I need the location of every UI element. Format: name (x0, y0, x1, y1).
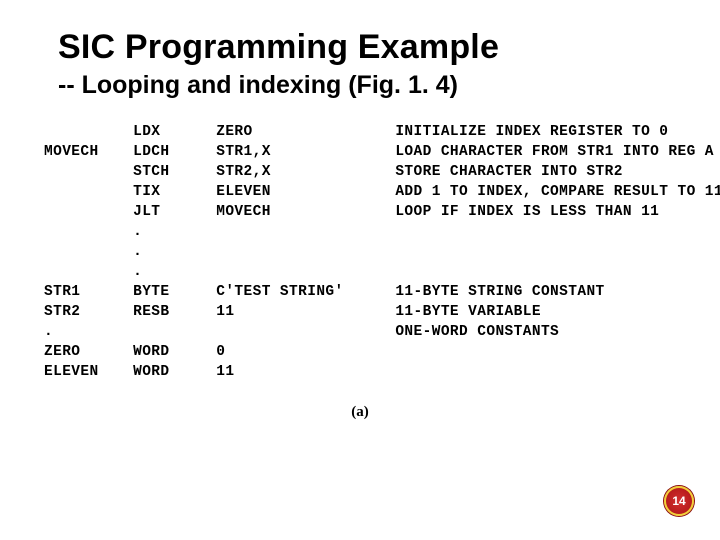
code-row: . (44, 262, 720, 282)
slide-subtitle: -- Looping and indexing (Fig. 1. 4) (58, 71, 720, 100)
code-label: STR1 (44, 282, 124, 303)
code-row: . (44, 242, 720, 262)
page-number: 14 (672, 494, 685, 508)
code-row: LDX ZERO INITIALIZE INDEX REGISTER TO 0 (44, 122, 720, 142)
code-label: ZERO (44, 342, 124, 363)
code-operand: ZERO (216, 122, 386, 143)
code-operand: ELEVEN (216, 182, 386, 203)
page-number-badge: 14 (664, 486, 694, 516)
code-comment: ADD 1 TO INDEX, COMPARE RESULT TO 11 (395, 182, 720, 203)
code-comment: 11-BYTE STRING CONSTANT (395, 282, 604, 303)
code-opcode: RESB (133, 302, 207, 323)
code-comment: LOOP IF INDEX IS LESS THAN 11 (395, 202, 659, 223)
code-operand: C'TEST STRING' (216, 282, 386, 303)
code-opcode: . (133, 222, 207, 243)
code-opcode: WORD (133, 342, 207, 363)
code-row: STR2 RESB 11 11-BYTE VARIABLE (44, 302, 720, 322)
code-listing: LDX ZERO INITIALIZE INDEX REGISTER TO 0 … (44, 122, 720, 382)
code-label: STR2 (44, 302, 124, 323)
code-operand: STR1,X (216, 142, 386, 163)
code-comment: LOAD CHARACTER FROM STR1 INTO REG A (395, 142, 714, 163)
code-row: ZERO WORD 0 (44, 342, 720, 362)
code-opcode: . (133, 242, 207, 263)
code-row: STR1 BYTE C'TEST STRING' 11-BYTE STRING … (44, 282, 720, 302)
figure-caption: (a) (0, 404, 720, 421)
code-opcode: LDCH (133, 142, 207, 163)
code-operand: 11 (216, 362, 386, 383)
code-opcode: LDX (133, 122, 207, 143)
code-operand: 11 (216, 302, 386, 323)
code-comment: STORE CHARACTER INTO STR2 (395, 162, 623, 183)
code-row: STCH STR2,X STORE CHARACTER INTO STR2 (44, 162, 720, 182)
code-opcode: BYTE (133, 282, 207, 303)
code-opcode: WORD (133, 362, 207, 383)
code-row: . (44, 222, 720, 242)
code-row: ELEVEN WORD 11 (44, 362, 720, 382)
code-label: ELEVEN (44, 362, 124, 383)
code-opcode: STCH (133, 162, 207, 183)
code-operand: STR2,X (216, 162, 386, 183)
slide-title: SIC Programming Example (58, 28, 720, 67)
code-row: . ONE-WORD CONSTANTS (44, 322, 720, 342)
code-opcode: TIX (133, 182, 207, 203)
code-row: TIX ELEVEN ADD 1 TO INDEX, COMPARE RESUL… (44, 182, 720, 202)
code-operand: 0 (216, 342, 386, 363)
slide: SIC Programming Example -- Looping and i… (0, 0, 720, 540)
code-operand: MOVECH (216, 202, 386, 223)
code-row: MOVECH LDCH STR1,X LOAD CHARACTER FROM S… (44, 142, 720, 162)
code-opcode: JLT (133, 202, 207, 223)
code-label: . (44, 322, 124, 343)
code-comment: ONE-WORD CONSTANTS (395, 322, 559, 343)
code-row: JLT MOVECH LOOP IF INDEX IS LESS THAN 11 (44, 202, 720, 222)
code-label: MOVECH (44, 142, 124, 163)
code-comment: 11-BYTE VARIABLE (395, 302, 541, 323)
code-opcode: . (133, 262, 207, 283)
code-comment: INITIALIZE INDEX REGISTER TO 0 (395, 122, 668, 143)
